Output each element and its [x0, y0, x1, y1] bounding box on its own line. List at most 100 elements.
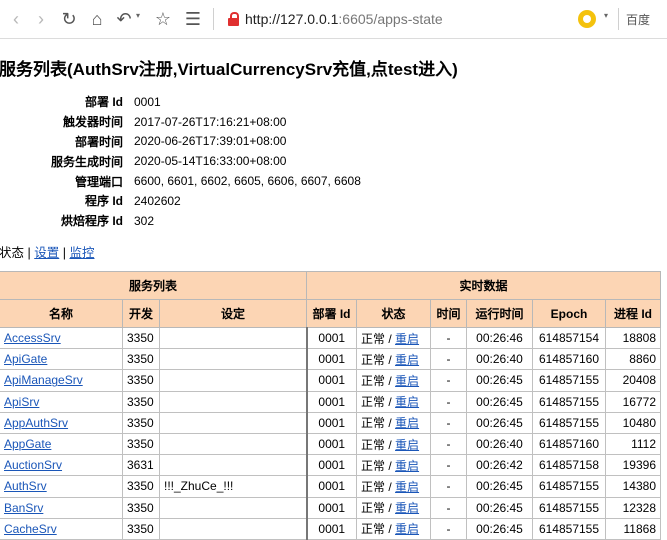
uptime-cell: 00:26:42 — [466, 454, 533, 477]
back-icon[interactable]: ‹ — [6, 9, 26, 29]
uptime-cell: 00:26:45 — [466, 411, 533, 434]
extension-dropdown-icon[interactable]: ▾ — [604, 11, 608, 20]
service-link[interactable]: AuctionSrv — [4, 458, 62, 472]
status-separator: / — [388, 437, 392, 452]
setting-cell — [159, 496, 308, 519]
service-name-cell: AuctionSrv — [0, 454, 123, 477]
dev-cell: 3350 — [122, 348, 160, 371]
table-row: ApiSrv 3350 0001 正常 / 重启 -00:26:45 614857155 1… — [0, 390, 661, 413]
status-separator: / — [388, 331, 392, 346]
uptime-cell: 00:26:40 — [466, 348, 533, 371]
restart-link[interactable]: 重启 — [395, 480, 419, 494]
search-engine-label[interactable]: 百度 — [626, 11, 650, 28]
extension-icon[interactable] — [578, 10, 596, 28]
service-name-cell: AccessSrv — [0, 326, 123, 350]
deploy-id-cell: 0001 — [306, 390, 357, 413]
nav-state-label: 状态 — [0, 246, 25, 260]
restart-link[interactable]: 重启 — [395, 332, 419, 346]
service-list-group: 服务列表 — [0, 271, 307, 300]
service-link[interactable]: AppAuthSrv — [4, 416, 68, 430]
monitor-link[interactable]: 监控 — [69, 246, 94, 260]
status-separator: / — [388, 501, 392, 516]
service-link[interactable]: AuthSrv — [4, 479, 47, 493]
time-cell: - — [430, 454, 467, 477]
epoch-cell: 614857155 — [532, 496, 606, 519]
dev-cell: 3350 — [122, 475, 160, 498]
table-row: AppAuthSrv 3350 0001 正常 / 重启 -00:26:45 614857… — [0, 411, 661, 434]
pid-cell: 16772 — [605, 390, 661, 413]
status-cell: 正常 / 重启 — [356, 369, 431, 392]
reader-icon[interactable]: ☰ — [183, 9, 203, 29]
table-row: BanSrv 3350 0001 正常 / 重启 -00:26:45 614857155 1… — [0, 496, 661, 519]
toolbar-divider — [618, 8, 619, 30]
status-cell: 正常 / 重启 — [356, 454, 431, 477]
restart-link[interactable]: 重启 — [395, 438, 419, 452]
restart-link[interactable]: 重启 — [395, 395, 419, 409]
uptime-cell: 00:26:45 — [466, 475, 533, 498]
pid-cell: 14380 — [605, 475, 661, 498]
status-text: 正常 — [361, 522, 386, 537]
nav-separator: | — [62, 246, 66, 260]
uptime-cell: 00:26:46 — [466, 326, 533, 350]
settings-link[interactable]: 设置 — [34, 246, 59, 260]
address-bar[interactable]: http://127.0.0.1:6605/apps-state — [245, 11, 443, 27]
time-cell: - — [430, 517, 467, 540]
service-name-cell: AppGate — [0, 432, 123, 456]
deploy-id-cell: 0001 — [306, 496, 357, 519]
epoch-cell: 614857155 — [532, 517, 606, 540]
restart-link[interactable]: 重启 — [395, 416, 419, 430]
undo-icon[interactable]: ↶ — [114, 9, 134, 29]
restart-link[interactable]: 重启 — [395, 374, 419, 388]
undo-dropdown-icon[interactable]: ▾ — [136, 11, 140, 20]
service-name-cell: BanSrv — [0, 496, 123, 519]
status-cell: 正常 / 重启 — [356, 348, 431, 371]
service-link[interactable]: ApiManageSrv — [4, 373, 83, 387]
status-cell: 正常 / 重启 — [356, 475, 431, 498]
uptime-cell: 00:26:45 — [466, 496, 533, 519]
service-link[interactable]: AppGate — [4, 437, 51, 451]
table-row: AppGate 3350 0001 正常 / 重启 -00:26:40 614857160… — [0, 432, 661, 456]
service-name-cell: ApiGate — [0, 348, 123, 371]
service-link[interactable]: ApiSrv — [4, 395, 39, 409]
deploy-id-cell: 0001 — [306, 475, 357, 498]
epoch-cell: 614857155 — [532, 390, 606, 413]
setting-cell — [159, 432, 308, 456]
deploy-id-cell: 0001 — [306, 454, 357, 477]
col-setting: 设定 — [159, 299, 307, 328]
dev-cell: 3350 — [122, 496, 160, 519]
reload-icon[interactable]: ↻ — [59, 9, 79, 29]
dev-cell: 3350 — [122, 326, 160, 350]
info-row: 烘焙程序 Id 302 — [61, 213, 155, 229]
status-cell: 正常 / 重启 — [356, 326, 431, 350]
status-separator: / — [388, 373, 392, 388]
star-icon[interactable]: ☆ — [153, 9, 173, 29]
status-separator: / — [388, 416, 392, 431]
service-link[interactable]: ApiGate — [4, 352, 47, 366]
table-row: AccessSrv 3350 0001 正常 / 重启 -00:26:46 6148571… — [0, 326, 661, 350]
service-name-cell: AppAuthSrv — [0, 411, 123, 434]
col-deploy-id: 部署 Id — [306, 299, 357, 328]
info-row: 部署时间 2020-06-26T17:39:01+08:00 — [74, 134, 287, 149]
col-dev: 开发 — [122, 299, 160, 328]
deploy-id-cell: 0001 — [306, 411, 357, 434]
restart-link[interactable]: 重启 — [395, 353, 419, 367]
service-link[interactable]: CacheSrv — [4, 522, 57, 536]
home-icon[interactable]: ⌂ — [87, 9, 107, 29]
pid-cell: 20408 — [605, 369, 661, 392]
restart-link[interactable]: 重启 — [395, 522, 419, 536]
restart-link[interactable]: 重启 — [395, 501, 419, 515]
service-link[interactable]: BanSrv — [4, 501, 43, 515]
nav-separator: | — [27, 246, 31, 260]
epoch-cell: 614857155 — [532, 475, 606, 498]
toolbar-divider — [213, 8, 214, 30]
info-row: 管理端口 6600, 6601, 6602, 6605, 6606, 6607, … — [74, 174, 361, 189]
table-header: 名称 开发 设定 部署 Id 状态 时间 运行时间 Epoch 进程 Id — [0, 299, 661, 328]
setting-cell — [159, 390, 308, 413]
restart-link[interactable]: 重启 — [395, 459, 419, 473]
forward-icon[interactable]: › — [31, 9, 51, 29]
col-uptime: 运行时间 — [466, 299, 533, 328]
status-separator: / — [388, 479, 392, 494]
status-cell: 正常 / 重启 — [356, 496, 431, 519]
service-link[interactable]: AccessSrv — [4, 331, 61, 345]
deploy-id-cell: 0001 — [306, 326, 357, 350]
